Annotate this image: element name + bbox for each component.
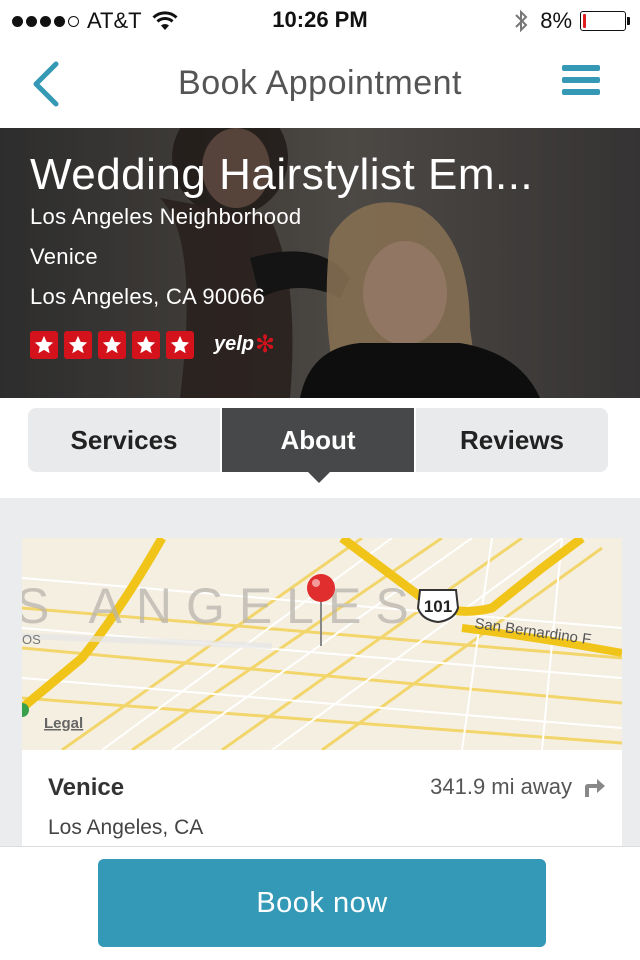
page-title: Book Appointment	[178, 64, 462, 102]
battery-percent: 8%	[540, 8, 572, 33]
location-card[interactable]: S ANGELES OS 101 San Bernardino F Legal …	[22, 538, 622, 848]
star-icon	[64, 330, 92, 359]
business-info: Wedding Hairstylist Em... Los Angeles Ne…	[30, 150, 533, 314]
star-icon	[132, 330, 160, 359]
map-legal-link[interactable]: Legal	[44, 715, 83, 732]
segmented-control: Services About Reviews	[28, 408, 608, 472]
rating-stars	[30, 330, 200, 359]
directions-arrow-icon	[585, 779, 605, 797]
navigation-bar: Book Appointment	[0, 40, 640, 128]
bottom-bar: Book now	[0, 846, 640, 960]
yelp-logo: yelp ✻	[214, 331, 276, 358]
distance-text: 341.9 mi away	[430, 774, 572, 799]
business-name: Wedding Hairstylist Em...	[30, 150, 534, 199]
tab-services[interactable]: Services	[28, 408, 222, 472]
book-now-button[interactable]: Book now	[98, 859, 546, 947]
tab-bar: Services About Reviews	[0, 398, 640, 498]
highway-shield-icon: 101	[416, 589, 460, 624]
star-icon	[30, 330, 58, 359]
battery-icon	[580, 11, 630, 31]
star-icon	[98, 330, 126, 359]
about-content: S ANGELES OS 101 San Bernardino F Legal …	[0, 498, 640, 848]
yelp-rating[interactable]: yelp ✻	[30, 330, 275, 359]
area-label: Venice	[30, 244, 98, 269]
map-area-label: S ANGELES	[22, 578, 423, 634]
city-label: Los Angeles, CA 90066	[30, 284, 266, 309]
highway-label: 101	[424, 597, 452, 616]
tab-reviews[interactable]: Reviews	[416, 408, 608, 472]
bluetooth-icon	[515, 9, 528, 33]
business-hero: Wedding Hairstylist Em... Los Angeles Ne…	[0, 128, 640, 398]
location-name: Venice	[48, 774, 125, 801]
map-left-label: OS	[22, 632, 41, 647]
neighborhood-label: Los Angeles Neighborhood	[30, 204, 302, 229]
location-city: Los Angeles, CA	[48, 816, 204, 839]
hamburger-menu-icon[interactable]	[562, 65, 600, 99]
status-bar: AT&T 10:26 PM 8%	[0, 0, 640, 40]
map-graphic: S ANGELES OS 101 San Bernardino F Legal	[22, 538, 622, 750]
status-right: 8%	[514, 8, 630, 34]
location-map[interactable]: S ANGELES OS 101 San Bernardino F Legal	[22, 538, 622, 750]
tab-about[interactable]: About	[222, 408, 416, 472]
star-icon	[166, 330, 194, 359]
battery-level-fill	[583, 14, 586, 28]
active-tab-pointer	[308, 472, 330, 483]
distance-label[interactable]: 341.9 mi away	[430, 774, 606, 800]
